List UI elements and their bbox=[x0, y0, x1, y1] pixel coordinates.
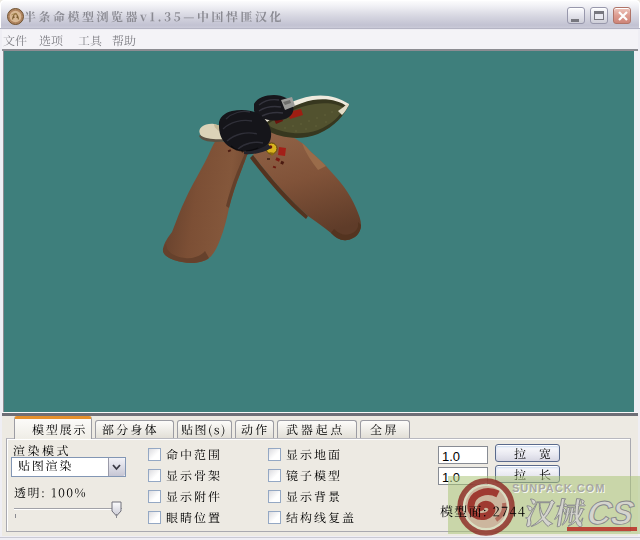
svg-text:CS: CS bbox=[585, 494, 637, 531]
